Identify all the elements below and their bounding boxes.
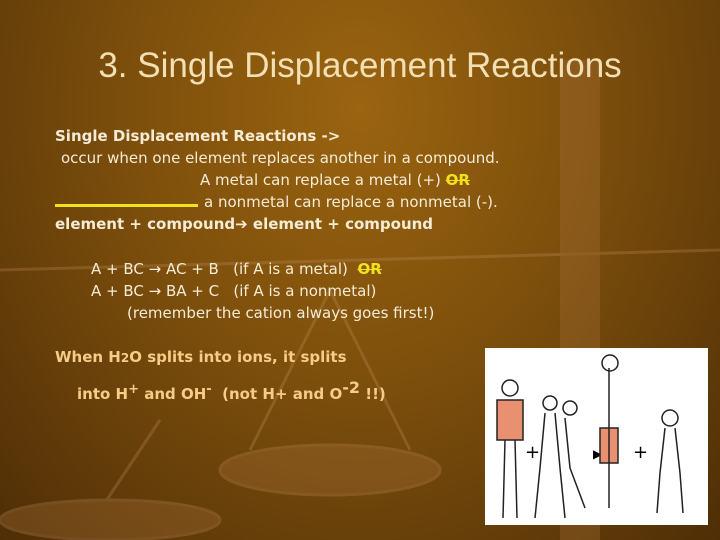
slide-title: 3. Single Displacement Reactions [98, 46, 622, 85]
dancing-partners-cartoon: + ▶▶ + [485, 348, 708, 525]
nonmetal-equation: A + BC → BA + C (if A is a nonmetal) [91, 282, 377, 300]
or-label-2: OR [357, 260, 382, 278]
or-label: OR [445, 171, 470, 189]
products: element + compound [247, 215, 434, 233]
water-heading: When H2O splits into ions, it splits [55, 348, 347, 366]
eq1-text: A + BC → AC + B (if A is a metal) [91, 260, 348, 278]
reactants: element + compound [55, 215, 236, 233]
cation-reminder: (remember the cation always goes first!) [127, 304, 435, 322]
blank-underline [55, 204, 198, 207]
nonmetal-rule: a nonmetal can replace a nonmetal (-). [204, 193, 498, 211]
svg-text:+: + [525, 442, 540, 463]
definition-text: occur when one element replaces another … [61, 149, 500, 167]
metal-rule-text: A metal can replace a metal (+) OR [200, 171, 470, 189]
metal-equation: A + BC → AC + B (if A is a metal) OR [91, 260, 382, 278]
general-equation: element + compound➔ element + compound [55, 215, 433, 233]
water-ions: into H+ and OH- (not H+ and O-2 !!) [77, 378, 386, 403]
svg-text:+: + [633, 442, 648, 463]
metal-rule: A metal can replace a metal (+) [200, 171, 441, 189]
section-heading: Single Displacement Reactions -> [55, 127, 341, 145]
arrow-icon: ➔ [235, 215, 248, 233]
